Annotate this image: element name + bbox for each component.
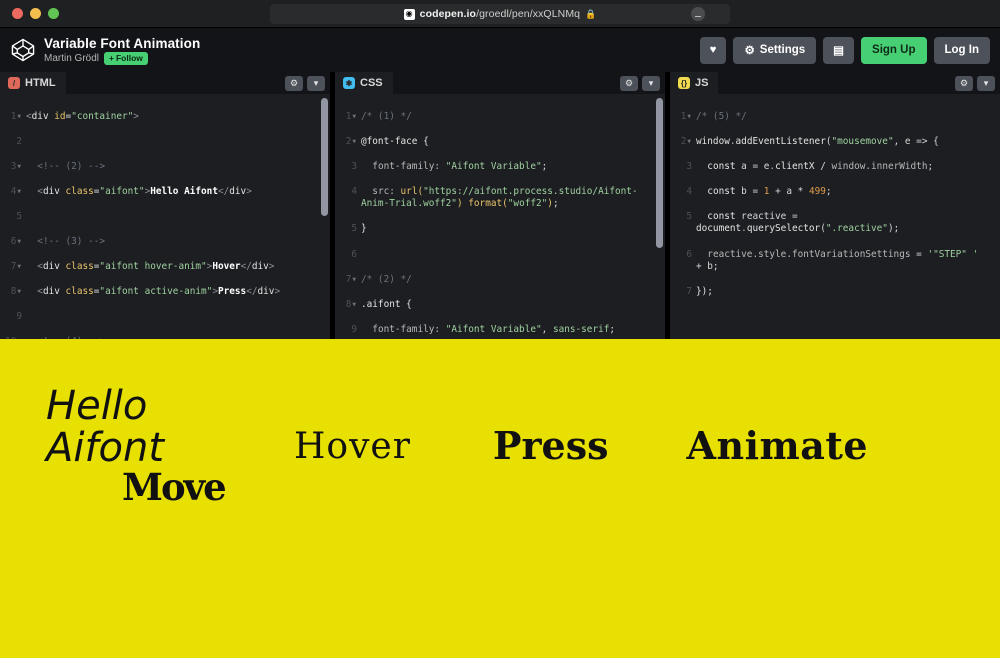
follow-button[interactable]: + Follow xyxy=(104,51,148,65)
css-editor-pane: ✱ CSS ⚙ ▾ 1▾/* (1) */ 2▾ @font-face { 3 f… xyxy=(330,72,665,339)
url-text: codepen.io/groedl/pen/xxQLNMq xyxy=(420,8,580,20)
line-number: 7 xyxy=(686,286,692,298)
js-editor-pane: {} JS ⚙ ▾ 1▾/* (5) */ 2▾ window.addEventL… xyxy=(665,72,1000,339)
html-editor-pane: / HTML ⚙ ▾ 1▾ <div id="container"> 2 3▾ <… xyxy=(0,72,330,339)
html-editor-header: / HTML ⚙ ▾ xyxy=(0,72,330,94)
editor-panes: / HTML ⚙ ▾ 1▾ <div id="container"> 2 3▾ <… xyxy=(0,72,1000,339)
close-window-button[interactable] xyxy=(12,8,23,19)
browser-chrome: ◉ codepen.io/groedl/pen/xxQLNMq 🔒 ⚊ xyxy=(0,0,1000,28)
tab-css-label: CSS xyxy=(360,77,383,89)
gear-icon[interactable]: ⚙ xyxy=(955,75,973,91)
url-bar[interactable]: ◉ codepen.io/groedl/pen/xxQLNMq 🔒 xyxy=(270,4,730,24)
url-path: /groedl/pen/xxQLNMq xyxy=(476,8,581,20)
css-code-area[interactable]: 1▾/* (1) */ 2▾ @font-face { 3 font-family… xyxy=(335,94,665,339)
preview-word-press[interactable]: Press xyxy=(493,427,609,465)
layout-icon: ▤ xyxy=(833,45,845,57)
pen-topbar: Variable Font Animation Martin Grödl + F… xyxy=(0,28,1000,72)
line-number: 9 xyxy=(16,311,22,323)
line-number: 3 xyxy=(686,160,692,172)
tab-js-label: JS xyxy=(695,77,709,89)
tab-css[interactable]: ✱ CSS xyxy=(335,72,393,94)
tab-js[interactable]: {} JS xyxy=(670,72,719,94)
follow-label: Follow xyxy=(115,52,143,63)
fold-arrow-icon: ▾ xyxy=(16,110,22,122)
html-code: 1▾ <div id="container"> 2 3▾ <!-- (2) -->… xyxy=(0,98,330,339)
preview-pane[interactable]: Hello Aifont Hover Press Animate Move xyxy=(0,339,1000,658)
css-code: 1▾/* (1) */ 2▾ @font-face { 3 font-family… xyxy=(345,110,638,335)
css-icon: ✱ xyxy=(343,77,355,89)
extension-icon[interactable]: ⚊ xyxy=(691,7,705,21)
chevron-down-icon[interactable]: ▾ xyxy=(642,75,660,91)
gear-icon[interactable]: ⚙ xyxy=(285,75,303,91)
line-number: 3 xyxy=(351,160,357,172)
plus-icon: + xyxy=(109,52,114,63)
tab-html[interactable]: / HTML xyxy=(0,72,66,94)
settings-button[interactable]: ⚙ Settings xyxy=(733,36,817,64)
js-editor-header: {} JS ⚙ ▾ xyxy=(670,72,1000,94)
line-number: 4 xyxy=(351,185,357,197)
window-traffic-lights xyxy=(0,8,59,19)
pen-meta: Variable Font Animation Martin Grödl + F… xyxy=(44,36,200,65)
author-link[interactable]: Martin Grödl xyxy=(44,53,99,64)
chevron-down-icon[interactable]: ▾ xyxy=(977,75,995,91)
css-editor-tools: ⚙ ▾ xyxy=(620,75,665,91)
lock-icon: 🔒 xyxy=(585,8,597,19)
tab-html-label: HTML xyxy=(25,77,56,89)
line-number: 6 xyxy=(351,248,357,260)
love-button[interactable]: ♥ xyxy=(699,36,727,64)
minimize-window-button[interactable] xyxy=(30,8,41,19)
preview-content: Hello Aifont Hover Press Animate Move xyxy=(0,339,1000,512)
gear-icon[interactable]: ⚙ xyxy=(620,75,638,91)
preview-word-animate[interactable]: Animate xyxy=(686,427,868,465)
chevron-down-icon[interactable]: ▾ xyxy=(307,75,325,91)
settings-label: Settings xyxy=(759,44,806,56)
line-number: 5 xyxy=(351,223,357,235)
html-editor-tools: ⚙ ▾ xyxy=(285,75,330,91)
preview-word-hover[interactable]: Hover xyxy=(294,429,411,465)
preview-word-hello-aifont[interactable]: Hello Aifont xyxy=(46,385,236,469)
js-code-area[interactable]: 1▾/* (5) */ 2▾ window.addEventListener("m… xyxy=(670,94,1000,339)
login-button[interactable]: Log In xyxy=(933,36,990,64)
maximize-window-button[interactable] xyxy=(48,8,59,19)
line-number: 2 xyxy=(16,135,22,147)
js-code: 1▾/* (5) */ 2▾ window.addEventListener("m… xyxy=(680,110,984,298)
topbar-actions: ♥ ⚙ Settings ▤ Sign Up Log In xyxy=(699,36,990,64)
heart-icon: ♥ xyxy=(709,44,717,56)
line-number: 5 xyxy=(16,210,22,222)
html-code-area[interactable]: 1▾ <div id="container"> 2 3▾ <!-- (2) -->… xyxy=(0,94,330,339)
preview-word-move[interactable]: Move xyxy=(122,469,227,506)
change-view-button[interactable]: ▤ xyxy=(823,36,855,64)
html-icon: / xyxy=(8,77,20,89)
signup-button[interactable]: Sign Up xyxy=(861,36,927,64)
codepen-favicon-icon: ◉ xyxy=(403,8,415,20)
line-number: 9 xyxy=(351,323,357,335)
pen-byline: Martin Grödl + Follow xyxy=(44,51,200,65)
line-number: 5 xyxy=(686,210,692,222)
line-number: 4 xyxy=(686,185,692,197)
page-title: Variable Font Animation xyxy=(44,35,201,51)
codepen-logo-icon[interactable] xyxy=(10,37,36,63)
url-domain: codepen.io xyxy=(419,8,477,20)
gear-icon: ⚙ xyxy=(744,45,755,57)
css-editor-header: ✱ CSS ⚙ ▾ xyxy=(335,72,665,94)
css-editor-scrollbar[interactable] xyxy=(656,98,663,248)
js-icon: {} xyxy=(678,77,690,89)
html-editor-scrollbar[interactable] xyxy=(321,98,328,216)
js-editor-tools: ⚙ ▾ xyxy=(955,75,1000,91)
line-number: 6 xyxy=(686,248,692,260)
